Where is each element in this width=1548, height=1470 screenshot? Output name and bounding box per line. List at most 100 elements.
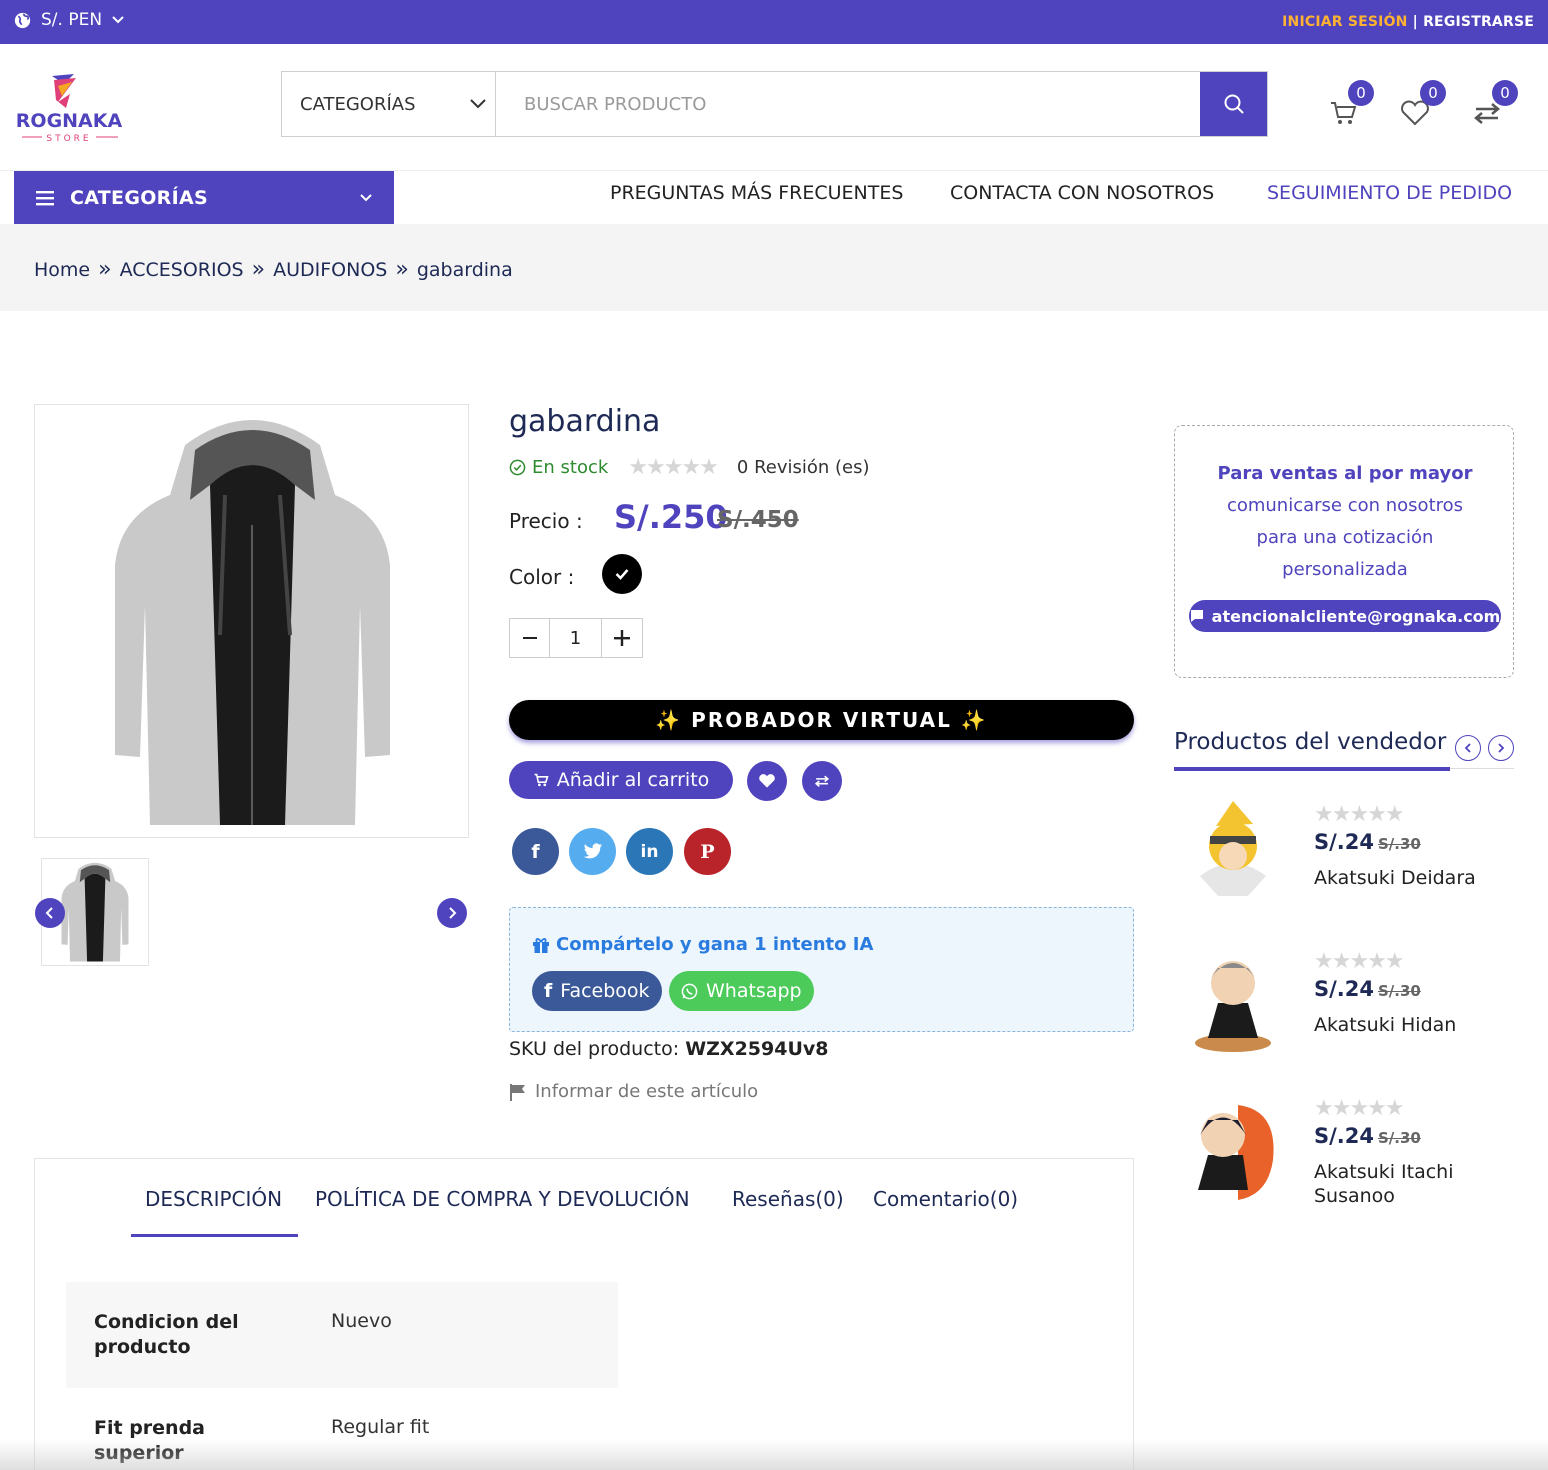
breadcrumb-audifonos[interactable]: AUDIFONOS <box>273 259 387 281</box>
spec-value: Regular fit <box>331 1416 430 1438</box>
logo-text: ROGNAKA <box>16 110 123 132</box>
chevron-right-icon <box>1498 743 1505 753</box>
tab-comments[interactable]: Comentario(0) <box>873 1187 1018 1211</box>
breadcrumb-home[interactable]: Home <box>34 259 90 281</box>
share-linkedin-button[interactable]: in <box>626 828 673 875</box>
quantity-input[interactable]: 1 <box>550 619 602 657</box>
share-facebook-button[interactable]: f <box>512 828 559 875</box>
color-swatch-black[interactable] <box>602 554 642 594</box>
search-icon <box>1224 94 1244 114</box>
hidan-figure-image <box>1195 961 1271 1052</box>
breadcrumb-separator-icon: » <box>98 257 112 282</box>
price-label: Precio : <box>509 509 583 533</box>
add-to-compare-button[interactable] <box>802 761 842 801</box>
vendor-prev-button[interactable] <box>1455 735 1481 761</box>
tab-purchase-policy[interactable]: POLÍTICA DE COMPRA Y DEVOLUCIÓN <box>315 1187 690 1211</box>
store-logo[interactable]: ROGNAKA STORE <box>14 72 124 148</box>
share-twitter-button[interactable] <box>569 828 616 875</box>
search-category-select[interactable]: CATEGORÍAS <box>282 72 496 136</box>
compare-arrows-icon <box>1474 103 1500 124</box>
tab-reviews[interactable]: Reseñas(0) <box>732 1187 844 1211</box>
report-item-link[interactable]: Informar de este artículo <box>509 1081 758 1102</box>
breadcrumb-accesorios[interactable]: ACCESORIOS <box>120 259 244 281</box>
share-reward-heading: Compártelo y gana 1 intento IA <box>532 934 873 955</box>
vendor-product-card[interactable]: ★★★★★ S/.24 S/.30 Akatsuki Deidara <box>1174 796 1514 926</box>
nav-link-faq[interactable]: PREGUNTAS MÁS FRECUENTES <box>610 182 903 204</box>
nav-link-contact[interactable]: CONTACTA CON NOSOTROS <box>950 182 1214 204</box>
gift-icon <box>533 937 549 953</box>
nav-link-order-tracking[interactable]: SEGUIMIENTO DE PEDIDO <box>1267 182 1512 204</box>
compare-button[interactable]: 0 <box>1462 80 1518 138</box>
vendor-products-title: Productos del vendedor <box>1174 729 1447 755</box>
vendor-next-button[interactable] <box>1488 735 1514 761</box>
rating-stars-icon: ★★★★★ <box>1314 802 1405 827</box>
email-contact-button[interactable]: atencionalcliente@rognaka.com <box>1189 600 1501 632</box>
wholesale-bold-text: Para ventas al por mayor <box>1217 463 1473 484</box>
spec-row: Condicion del producto Nuevo <box>66 1282 618 1388</box>
breadcrumb-bar: Home » ACCESORIOS » AUDIFONOS » gabardin… <box>0 224 1548 311</box>
currency-selector[interactable]: S/. PEN <box>14 10 124 30</box>
spec-key: Condicion del producto <box>94 1310 239 1360</box>
wholesale-body-text: comunicarse con nosotros para una cotiza… <box>1226 495 1464 580</box>
wishlist-button[interactable]: 0 <box>1390 80 1446 138</box>
product-title: gabardina <box>509 404 661 439</box>
tab-description[interactable]: DESCRIPCIÓN <box>145 1187 282 1211</box>
quantity-increase-button[interactable] <box>602 619 642 657</box>
sku-value: WZX2594Uv8 <box>685 1038 829 1060</box>
vendor-product-price-value: S/.24 <box>1314 1124 1374 1148</box>
add-to-wishlist-button[interactable] <box>747 761 787 801</box>
wishlist-count-badge: 0 <box>1420 80 1446 106</box>
register-link[interactable]: REGISTRARSE <box>1423 14 1534 30</box>
wholesale-text: Para ventas al por mayor comunicarse con… <box>1205 458 1485 586</box>
vendor-product-price: S/.24 S/.30 <box>1314 977 1421 1001</box>
vendor-product-price-value: S/.24 <box>1314 977 1374 1001</box>
globe-icon <box>14 12 31 28</box>
search-input[interactable] <box>496 72 1200 136</box>
product-tabs-panel: DESCRIPCIÓN POLÍTICA DE COMPRA Y DEVOLUC… <box>34 1158 1134 1470</box>
chevron-down-icon <box>360 193 372 201</box>
header: ROGNAKA STORE CATEGORÍAS 0 0 0 <box>0 44 1548 171</box>
chevron-left-icon <box>1464 743 1471 753</box>
add-to-cart-button[interactable]: Añadir al carrito <box>509 761 733 799</box>
vendor-title-underline <box>1174 767 1450 771</box>
product-price: S/.250 <box>614 498 728 536</box>
breadcrumb-current: gabardina <box>416 258 513 281</box>
share-whatsapp-pill[interactable]: Whatsapp <box>669 971 814 1011</box>
product-main-image[interactable] <box>34 404 469 838</box>
rating-stars-icon: ★★★★★ <box>1314 949 1405 974</box>
thumbnail-next-button[interactable] <box>437 898 467 928</box>
categories-menu-label: CATEGORÍAS <box>70 186 208 209</box>
share-reward-box: Compártelo y gana 1 intento IA f Faceboo… <box>509 907 1134 1032</box>
cart-button[interactable]: 0 <box>1318 80 1374 138</box>
vendor-product-price-value: S/.24 <box>1314 830 1374 854</box>
breadcrumb-separator-icon: » <box>251 257 266 282</box>
logo-mark-icon: ROGNAKA STORE <box>16 74 123 144</box>
auth-links: INICIAR SESIÓN | REGISTRARSE <box>1282 14 1534 30</box>
cart-icon <box>534 773 549 787</box>
vendor-product-name: Akatsuki Itachi Susanoo <box>1314 1161 1454 1207</box>
cart-icon <box>1331 102 1357 124</box>
chevron-left-icon <box>45 907 53 919</box>
share-pinterest-button[interactable]: P <box>684 828 731 875</box>
rating-stars-icon: ★★★★★ <box>1314 1096 1405 1121</box>
vendor-product-price: S/.24 S/.30 <box>1314 1124 1421 1148</box>
breadcrumb-separator-icon: » <box>395 257 409 282</box>
bottom-fade <box>0 1440 1548 1470</box>
search-category-label: CATEGORÍAS <box>300 93 416 115</box>
vendor-product-name: Akatsuki Deidara <box>1314 867 1476 889</box>
virtual-fitting-button[interactable]: ✨ PROBADOR VIRTUAL ✨ <box>509 700 1134 740</box>
login-link[interactable]: INICIAR SESIÓN <box>1282 14 1407 30</box>
vendor-product-card[interactable]: ★★★★★ S/.24 S/.30 Akatsuki Hidan <box>1174 943 1514 1073</box>
compare-count-badge: 0 <box>1492 80 1518 106</box>
quantity-decrease-button[interactable] <box>510 619 550 657</box>
vendor-title-divider <box>1450 768 1514 769</box>
categories-menu-button[interactable]: CATEGORÍAS <box>14 171 394 224</box>
stock-label: En stock <box>532 457 609 478</box>
search-button[interactable] <box>1200 72 1267 136</box>
vendor-product-card[interactable]: ★★★★★ S/.24 S/.30 Akatsuki Itachi Susanoo <box>1174 1090 1514 1220</box>
share-facebook-pill[interactable]: f Facebook <box>532 971 662 1011</box>
twitter-icon <box>583 843 602 859</box>
thumbnail-prev-button[interactable] <box>35 898 65 928</box>
review-count[interactable]: 0 Revisión (es) <box>737 457 870 478</box>
whatsapp-icon <box>681 983 698 999</box>
